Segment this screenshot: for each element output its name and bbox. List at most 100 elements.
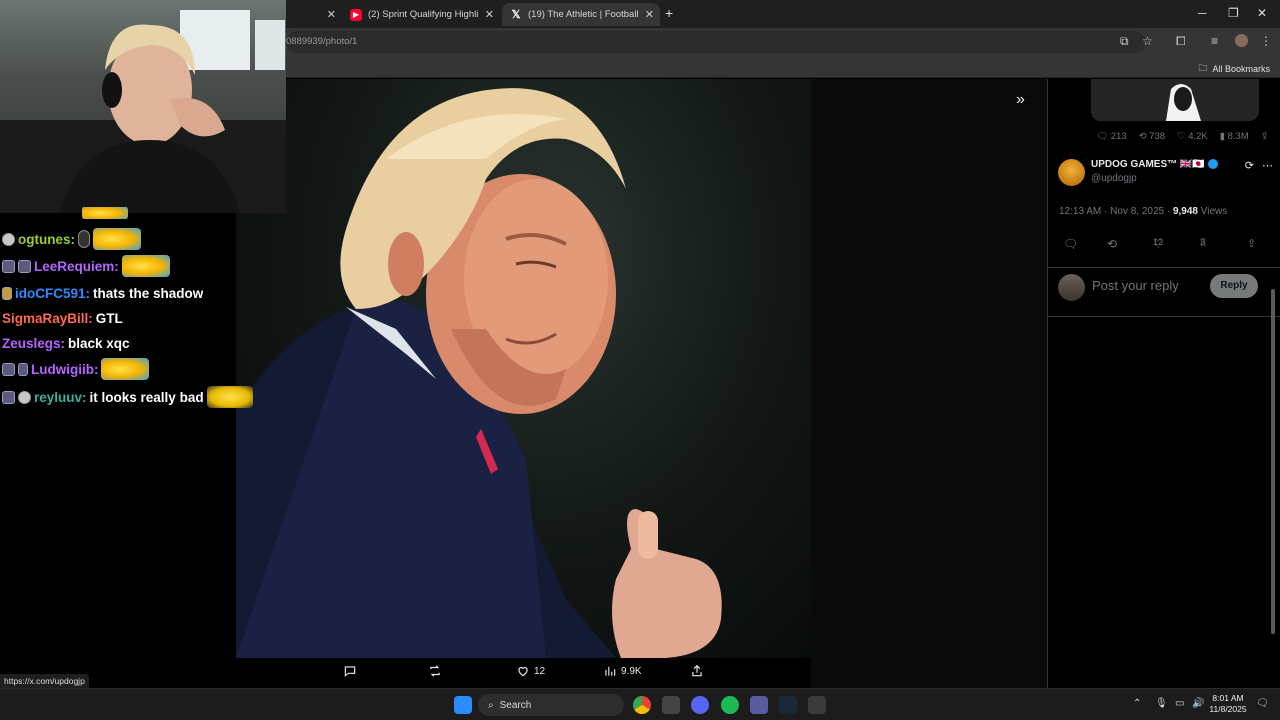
taskbar-clock[interactable]: 8:01 AM 11/8/2025 bbox=[1207, 693, 1249, 715]
reply-count: 213 bbox=[1110, 131, 1127, 142]
chrome-icon[interactable] bbox=[633, 696, 651, 714]
search-label: Search bbox=[499, 699, 532, 711]
restore-button[interactable]: ❐ bbox=[1228, 6, 1239, 20]
reply-action[interactable] bbox=[343, 664, 357, 678]
share-icon[interactable]: ⇪ bbox=[1261, 131, 1269, 142]
taskbar-search[interactable]: ⌕ Search bbox=[478, 694, 624, 716]
repost-icon[interactable]: ⟲ bbox=[1107, 237, 1117, 251]
previous-tweet-stats: 🗨 213 ⟲ 738 ♡ 4.2K ▮ 8.3M ⇪ bbox=[1096, 131, 1269, 142]
avatar[interactable] bbox=[1058, 159, 1085, 186]
reply-input[interactable]: Post your reply bbox=[1092, 278, 1179, 293]
previous-tweet-media[interactable] bbox=[1091, 79, 1259, 121]
close-window-button[interactable]: ✕ bbox=[1257, 6, 1267, 20]
close-tab-icon[interactable]: ✕ bbox=[645, 8, 654, 21]
all-bookmarks-button[interactable]: 🗀 All Bookmarks bbox=[1198, 61, 1270, 77]
badge-icon bbox=[18, 362, 28, 376]
windows-taskbar: ⌕ Search ⌃ 🎙 ▭ 🔊 8:01 AM 11/8/2025 🗨 bbox=[0, 688, 1280, 720]
views-count: 8.3M bbox=[1227, 131, 1249, 142]
like-action[interactable]: 12 bbox=[516, 664, 545, 678]
chat-username[interactable]: idoCFC591: bbox=[15, 286, 90, 301]
share-action[interactable] bbox=[690, 664, 704, 678]
chat-username[interactable]: LeeRequiem: bbox=[34, 259, 119, 274]
app-icon[interactable] bbox=[750, 696, 768, 714]
heart-icon bbox=[518, 667, 528, 677]
share-icon[interactable]: ⇪ bbox=[1247, 237, 1256, 250]
menu-kebab-icon[interactable]: ⋮ bbox=[1260, 34, 1272, 48]
author-name-text: UPDOG GAMES™ 🇬🇧🇯🇵 bbox=[1091, 159, 1205, 170]
copilot-icon[interactable] bbox=[662, 696, 680, 714]
chat-line: reyluuv: it looks really bad bbox=[2, 386, 253, 408]
close-tab-icon[interactable]: ✕ bbox=[327, 8, 336, 21]
more-options-icon[interactable]: ⋯ bbox=[1262, 159, 1273, 172]
x-logo-icon: 𝕏 bbox=[511, 9, 521, 21]
reply-icon[interactable]: 🗨 bbox=[1063, 237, 1078, 251]
tab-unlabeled[interactable]: ✕ bbox=[290, 3, 342, 26]
address-bar[interactable]: 0889939/photo/1 bbox=[286, 31, 1146, 53]
tray-expand-icon[interactable]: ⌃ bbox=[1133, 698, 1141, 709]
minimize-button[interactable]: ─ bbox=[1198, 6, 1207, 20]
windows-start-icon[interactable] bbox=[454, 696, 472, 714]
chat-username[interactable]: Zeuslegs: bbox=[2, 336, 65, 351]
chat-line: idoCFC591: thats the shadow bbox=[2, 282, 203, 304]
all-bookmarks-label: All Bookmarks bbox=[1212, 64, 1270, 74]
expand-chevrons-icon[interactable]: » bbox=[1016, 91, 1025, 109]
like-count: 12 bbox=[1153, 237, 1164, 247]
chat-username[interactable]: SigmaRayBill: bbox=[2, 311, 93, 326]
author-handle[interactable]: @updogjp bbox=[1091, 173, 1137, 184]
repost-action[interactable] bbox=[428, 664, 442, 678]
steam-icon[interactable] bbox=[779, 696, 797, 714]
repost-count: 738 bbox=[1149, 131, 1166, 142]
views-stat[interactable]: ▮ 8.3M bbox=[1220, 131, 1249, 142]
photo-action-bar: 12 9.9K bbox=[236, 658, 811, 688]
like-count: 4.2K bbox=[1188, 131, 1208, 142]
badge-icon bbox=[2, 390, 15, 404]
chat-username[interactable]: Ludwigiib: bbox=[31, 362, 98, 377]
repost-icon bbox=[430, 665, 440, 677]
badge-icon bbox=[2, 259, 15, 273]
comment-icon bbox=[344, 666, 356, 677]
reply-button[interactable]: Reply bbox=[1210, 274, 1258, 298]
chat-message: black xqc bbox=[68, 335, 130, 351]
clock-date: 11/8/2025 bbox=[1209, 704, 1247, 714]
install-app-icon[interactable]: ⧉ bbox=[1120, 34, 1129, 49]
tweet-photo[interactable] bbox=[236, 79, 811, 658]
like-stat[interactable]: ♡ 4.2K bbox=[1177, 131, 1208, 142]
chat-username[interactable]: reyluuv: bbox=[34, 390, 87, 405]
chat-message: GTL bbox=[95, 310, 123, 326]
profile-avatar[interactable] bbox=[1235, 34, 1248, 47]
tweet-timestamp[interactable]: 12:13 AM · Nov 8, 2025 · bbox=[1059, 206, 1173, 217]
search-icon: ⌕ bbox=[488, 699, 494, 711]
volume-icon[interactable]: 🔊 bbox=[1192, 698, 1204, 709]
tweet-author: UPDOG GAMES™ 🇬🇧🇯🇵 @updogjp ⟳ ⋯ bbox=[1058, 159, 1273, 189]
reply-stat[interactable]: 🗨 213 bbox=[1096, 131, 1127, 142]
badge-icon bbox=[18, 390, 31, 404]
status-bar-url: https://x.com/updogjp bbox=[0, 674, 89, 688]
notification-icon[interactable]: 🗨 bbox=[1256, 698, 1269, 709]
bookmark-star-icon[interactable]: ☆ bbox=[1142, 34, 1153, 48]
badge-icon bbox=[18, 259, 31, 273]
close-tab-icon[interactable]: ✕ bbox=[485, 8, 494, 21]
chat-username[interactable]: ogtunes: bbox=[18, 232, 75, 247]
extensions-icon[interactable]: ⧠ bbox=[1176, 34, 1186, 49]
views-count: 9.9K bbox=[621, 665, 642, 677]
emote-icon bbox=[206, 386, 253, 408]
tab-sprint-qualifying[interactable]: ▶ (2) Sprint Qualifying Highlights ✕ bbox=[342, 3, 500, 26]
network-icon[interactable]: ▭ bbox=[1175, 698, 1184, 709]
scrollbar[interactable] bbox=[1271, 289, 1275, 634]
tab-the-athletic[interactable]: 𝕏 (19) The Athletic | Football on X ✕ bbox=[502, 3, 660, 26]
media-control-icon[interactable]: ≡ bbox=[1211, 34, 1218, 48]
badge-icon bbox=[2, 362, 15, 376]
microphone-icon[interactable]: 🎙 bbox=[1155, 698, 1168, 709]
like-count: 12 bbox=[534, 665, 546, 677]
repost-stat[interactable]: ⟲ 738 bbox=[1139, 131, 1165, 142]
photo-illustration bbox=[236, 88, 722, 658]
spotify-icon[interactable] bbox=[721, 696, 739, 714]
emote-icon bbox=[121, 255, 170, 277]
discord-icon[interactable] bbox=[691, 696, 709, 714]
tweet-meta: 12:13 AM · Nov 8, 2025 · 9,948 Views bbox=[1059, 206, 1227, 217]
app-icon[interactable] bbox=[808, 696, 826, 714]
grok-icon[interactable]: ⟳ bbox=[1245, 159, 1254, 172]
author-name[interactable]: UPDOG GAMES™ 🇬🇧🇯🇵 bbox=[1091, 159, 1218, 170]
views-action[interactable]: 9.9K bbox=[603, 664, 642, 678]
new-tab-button[interactable]: + bbox=[665, 5, 673, 21]
